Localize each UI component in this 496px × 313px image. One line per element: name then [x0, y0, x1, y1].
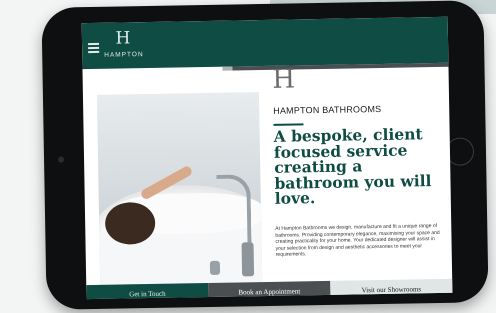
- hero-headline: A bespoke, client focused service creati…: [273, 124, 432, 208]
- book-appointment-button[interactable]: Book an Appointment: [208, 280, 331, 300]
- hampton-logo-icon: H: [115, 28, 131, 49]
- website-screen: H HAMPTON H HAMPTON BATHROOMS A bespoke,…: [81, 16, 453, 300]
- divider: [273, 123, 304, 126]
- tablet-device: H HAMPTON H HAMPTON BATHROOMS A bespoke,…: [41, 0, 489, 310]
- section-eyebrow: HAMPTON BATHROOMS: [273, 103, 382, 116]
- bathtub-photo: [96, 92, 263, 285]
- hamburger-icon[interactable]: [88, 42, 100, 55]
- visit-showroom-button[interactable]: Visit our Showrooms: [330, 278, 453, 300]
- get-in-touch-button[interactable]: Get in Touch: [86, 283, 209, 300]
- accent-stripe: [222, 66, 233, 71]
- brand-logo[interactable]: H HAMPTON: [104, 28, 144, 59]
- camera-icon: [57, 156, 65, 163]
- header-bar: H HAMPTON: [81, 16, 449, 70]
- brand-name: HAMPTON: [104, 51, 144, 59]
- hampton-mark-icon: H: [272, 64, 296, 95]
- hero-body: At Hampton Bathrooms we design, manufact…: [275, 223, 440, 259]
